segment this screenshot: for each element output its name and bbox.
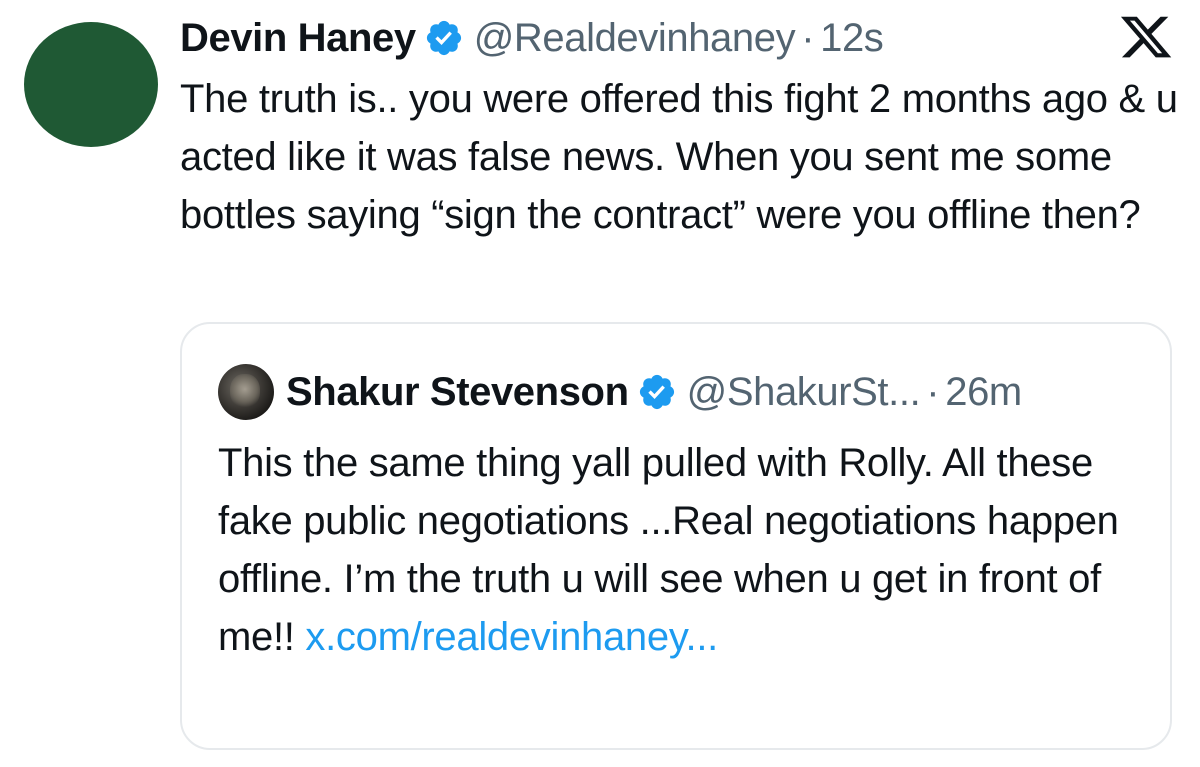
quoted-tweet-text: This the same thing yall pulled with Rol… (218, 434, 1138, 666)
quoted-tweet-card[interactable]: Shakur Stevenson @ShakurSt... · 26m This… (180, 322, 1172, 750)
quoted-author-handle[interactable]: @ShakurSt... (687, 370, 921, 415)
quoted-author-avatar[interactable] (218, 364, 274, 420)
separator-dot: · (926, 369, 940, 414)
author-handle[interactable]: @Realdevinhaney (474, 16, 796, 61)
verified-badge-icon (424, 18, 464, 58)
quoted-tweet-header: Shakur Stevenson @ShakurSt... · 26m (218, 362, 1022, 422)
tweet: Devin Haney @Realdevinhaney · 12s The tr… (0, 0, 1200, 767)
tweet-header: Devin Haney @Realdevinhaney · 12s (180, 8, 884, 68)
quoted-tweet-timestamp[interactable]: 26m (945, 370, 1022, 415)
x-logo-icon (1118, 12, 1174, 62)
author-name[interactable]: Devin Haney (180, 16, 416, 61)
author-avatar[interactable] (24, 22, 158, 147)
quoted-tweet-link[interactable]: x.com/realdevinhaney... (305, 615, 718, 659)
tweet-text: The truth is.. you were offered this fig… (180, 77, 1178, 237)
tweet-timestamp[interactable]: 12s (820, 16, 884, 61)
separator-dot: · (801, 15, 815, 60)
quoted-author-name[interactable]: Shakur Stevenson (286, 370, 629, 415)
verified-badge-icon (637, 372, 677, 412)
